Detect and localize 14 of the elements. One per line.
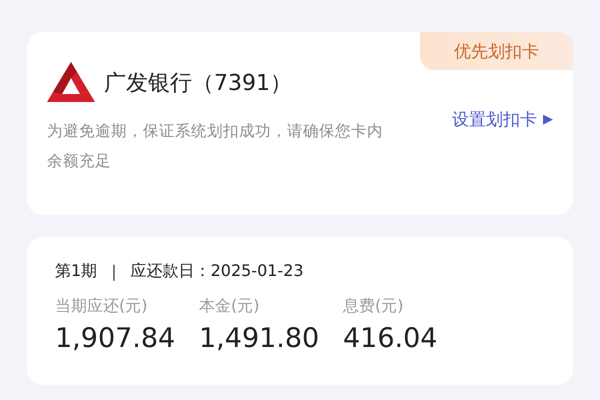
period-label: 第1期 — [55, 261, 98, 282]
due-date: 应还款日：2025-01-23 — [130, 261, 304, 282]
separator: | — [111, 262, 117, 281]
amount-label: 本金(元) — [199, 296, 260, 317]
bank-name: 广发银行（7391） — [104, 70, 292, 98]
amount-value: 416.04 — [343, 323, 438, 354]
amount-value: 1,907.84 — [55, 323, 176, 354]
notice-text: 为避免逾期，保证系统划扣成功，请确保您卡内余额充足 — [47, 121, 384, 172]
amount-value: 1,491.80 — [199, 323, 320, 354]
amount-label: 息费(元) — [343, 296, 404, 317]
amount-label: 当期应还(元) — [55, 296, 148, 317]
bank-logo-icon — [47, 62, 95, 104]
priority-badge: 优先划扣卡 — [420, 32, 573, 70]
set-card-link[interactable]: 设置划扣卡 ▶ — [452, 108, 553, 131]
